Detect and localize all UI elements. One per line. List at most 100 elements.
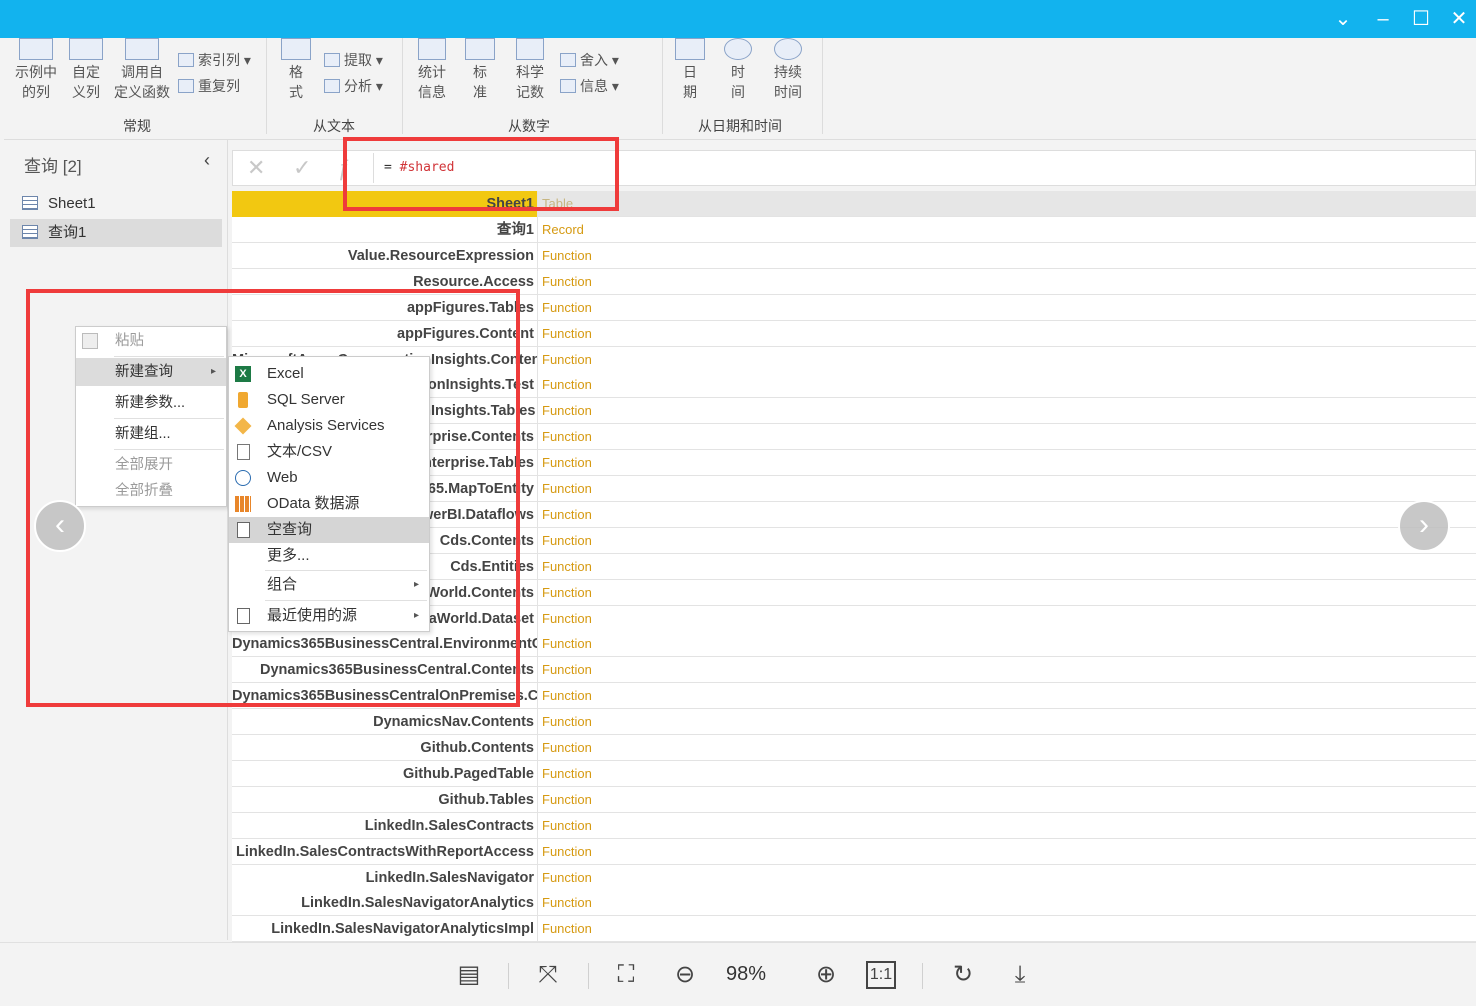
row-value-link[interactable]: Function — [542, 295, 592, 321]
layout-icon[interactable]: ▤ — [451, 957, 487, 993]
group-label-from-datetime: 从日期和时间 — [698, 118, 782, 134]
submenu-item-sql-server[interactable]: SQL Server — [229, 387, 429, 413]
chevron-down-icon[interactable]: ⌄ — [1324, 0, 1362, 38]
row-value-link[interactable]: Function — [542, 683, 592, 709]
table-row[interactable]: LinkedIn.SalesNavigatorAnalyticsImpl Func… — [232, 916, 1476, 943]
row-value-link[interactable]: Record — [542, 217, 584, 243]
menu-item-new-parameter[interactable]: 新建参数... — [76, 389, 226, 417]
query-item-sheet1[interactable]: Sheet1 — [10, 190, 222, 218]
submenu-item-label: 组合 — [267, 576, 298, 593]
zoom-out-icon[interactable]: ⊖ — [667, 957, 703, 993]
scientific-button[interactable]: 科学 记数 — [506, 38, 554, 102]
row-value-link[interactable]: Function — [542, 787, 592, 813]
table-row[interactable]: LinkedIn.SalesContracts Function — [232, 812, 1476, 839]
table-row[interactable]: Value.ResourceExpression Function — [232, 242, 1476, 269]
commit-formula-icon[interactable]: ✓ — [293, 155, 311, 181]
collapse-pane-icon[interactable]: ‹ — [204, 150, 210, 171]
statistics-button[interactable]: 统计 信息 — [408, 38, 456, 102]
format-button[interactable]: 格 式 — [278, 38, 314, 102]
math-operators-icon — [465, 38, 495, 60]
row-value-link[interactable]: Function — [542, 606, 592, 632]
row-value-link[interactable]: Function — [542, 865, 592, 891]
row-value-link[interactable]: Function — [542, 502, 592, 528]
menu-item-expand-all[interactable]: 全部展开 — [76, 451, 226, 479]
menu-item-new-group[interactable]: 新建组... — [76, 420, 226, 448]
menu-separator — [265, 570, 427, 571]
date-button[interactable]: 日 期 — [672, 38, 708, 102]
row-value-link[interactable]: Function — [542, 631, 592, 657]
index-column-button[interactable]: 索引列 ▾ — [178, 50, 251, 70]
fullscreen-icon[interactable]: ⛶ — [608, 957, 644, 993]
standard-button[interactable]: 标 准 — [462, 38, 498, 102]
menu-item-new-query[interactable]: 新建查询 ▸ — [76, 358, 226, 386]
row-value-link[interactable]: Function — [542, 398, 592, 424]
invoke-custom-function-button[interactable]: 调用自 定义函数 — [110, 38, 174, 102]
row-value-link[interactable]: Function — [542, 476, 592, 502]
information-button[interactable]: 信息 ▾ — [560, 76, 619, 96]
zoom-in-icon[interactable]: ⊕ — [808, 957, 844, 993]
row-value-link[interactable]: Function — [542, 580, 592, 606]
actual-size-icon[interactable]: 1:1 — [866, 961, 896, 989]
query-item-query1[interactable]: 查询1 — [10, 219, 222, 247]
row-value-link[interactable]: Function — [542, 424, 592, 450]
row-value-link[interactable]: Function — [542, 243, 592, 269]
calendar-icon — [675, 38, 705, 60]
duplicate-column-button[interactable]: 重复列 — [178, 76, 240, 96]
submenu-item-text-csv[interactable]: 文本/CSV — [229, 439, 429, 465]
table-row[interactable]: LinkedIn.SalesContractsWithReportAccess F… — [232, 838, 1476, 865]
submenu-item-odata[interactable]: OData 数据源 — [229, 491, 429, 517]
submenu-item-blank-query[interactable]: 空查询 — [229, 517, 429, 543]
submenu-item-web[interactable]: Web — [229, 465, 429, 491]
table-row[interactable]: Github.Contents Function — [232, 735, 1476, 761]
parse-button[interactable]: 分析 ▾ — [324, 76, 383, 96]
row-value-link[interactable]: Function — [542, 735, 592, 761]
submenu-item-combine[interactable]: 组合 ▸ — [229, 572, 429, 598]
next-image-button[interactable]: › — [1398, 500, 1450, 552]
row-value-link[interactable]: Function — [542, 269, 592, 295]
row-value-link[interactable]: Function — [542, 657, 592, 683]
row-value-link[interactable]: Function — [542, 890, 592, 916]
row-value-link[interactable]: Function — [542, 554, 592, 580]
row-value-link[interactable]: Function — [542, 347, 592, 373]
table-row[interactable]: 查询1 Record — [232, 217, 1476, 243]
maximize-button[interactable]: ☐ — [1402, 0, 1440, 38]
minimize-button[interactable]: – — [1364, 0, 1402, 38]
table-row[interactable]: Github.Tables Function — [232, 786, 1476, 813]
duplicate-icon — [178, 79, 194, 93]
submenu-item-recent-sources[interactable]: 最近使用的源 ▸ — [229, 603, 429, 629]
download-icon[interactable]: ⤓ — [1002, 957, 1038, 993]
menu-item-collapse-all[interactable]: 全部折叠 — [76, 477, 226, 505]
custom-column-button[interactable]: 自定 义列 — [64, 38, 108, 102]
row-value-link[interactable]: Function — [542, 813, 592, 839]
row-name: 查询1 — [232, 217, 538, 243]
table-row[interactable]: Github.PagedTable Function — [232, 760, 1476, 787]
information-icon — [560, 79, 576, 93]
fit-screen-icon[interactable]: ⤧ — [530, 957, 566, 993]
row-value-link[interactable]: Function — [542, 450, 592, 476]
menu-item-paste[interactable]: 粘贴 — [76, 327, 226, 355]
rounding-button[interactable]: 舍入 ▾ — [560, 50, 619, 70]
queries-pane-title: 查询 [2] — [24, 157, 82, 176]
submenu-item-excel[interactable]: X Excel — [229, 361, 429, 387]
extract-button[interactable]: 提取 ▾ — [324, 50, 383, 70]
cancel-formula-icon[interactable]: ✕ — [247, 155, 265, 181]
table-row[interactable]: DynamicsNav.Contents Function — [232, 709, 1476, 736]
previous-image-button[interactable]: ‹ — [34, 500, 86, 552]
row-value-link[interactable]: Function — [542, 916, 592, 942]
row-value-link[interactable]: Function — [542, 761, 592, 787]
submenu-item-analysis-services[interactable]: Analysis Services — [229, 413, 429, 439]
submenu-item-more[interactable]: 更多... — [229, 543, 429, 569]
table-row[interactable]: LinkedIn.SalesNavigator Function — [232, 864, 1476, 891]
row-value-link[interactable]: Function — [542, 372, 592, 398]
column-from-examples-button[interactable]: 示例中 的列 — [12, 38, 60, 102]
table-row[interactable]: LinkedIn.SalesNavigatorAnalytics Function — [232, 890, 1476, 917]
row-value-link[interactable]: Function — [542, 839, 592, 865]
close-button[interactable]: ✕ — [1440, 0, 1476, 38]
row-value-link[interactable]: Function — [542, 709, 592, 735]
rotate-icon[interactable]: ↻ — [945, 957, 981, 993]
duration-button[interactable]: 持续 时间 — [766, 38, 810, 102]
time-button[interactable]: 时 间 — [718, 38, 758, 102]
row-value-link[interactable]: Function — [542, 528, 592, 554]
row-value-link[interactable]: Function — [542, 321, 592, 347]
menu-separator — [114, 418, 224, 419]
